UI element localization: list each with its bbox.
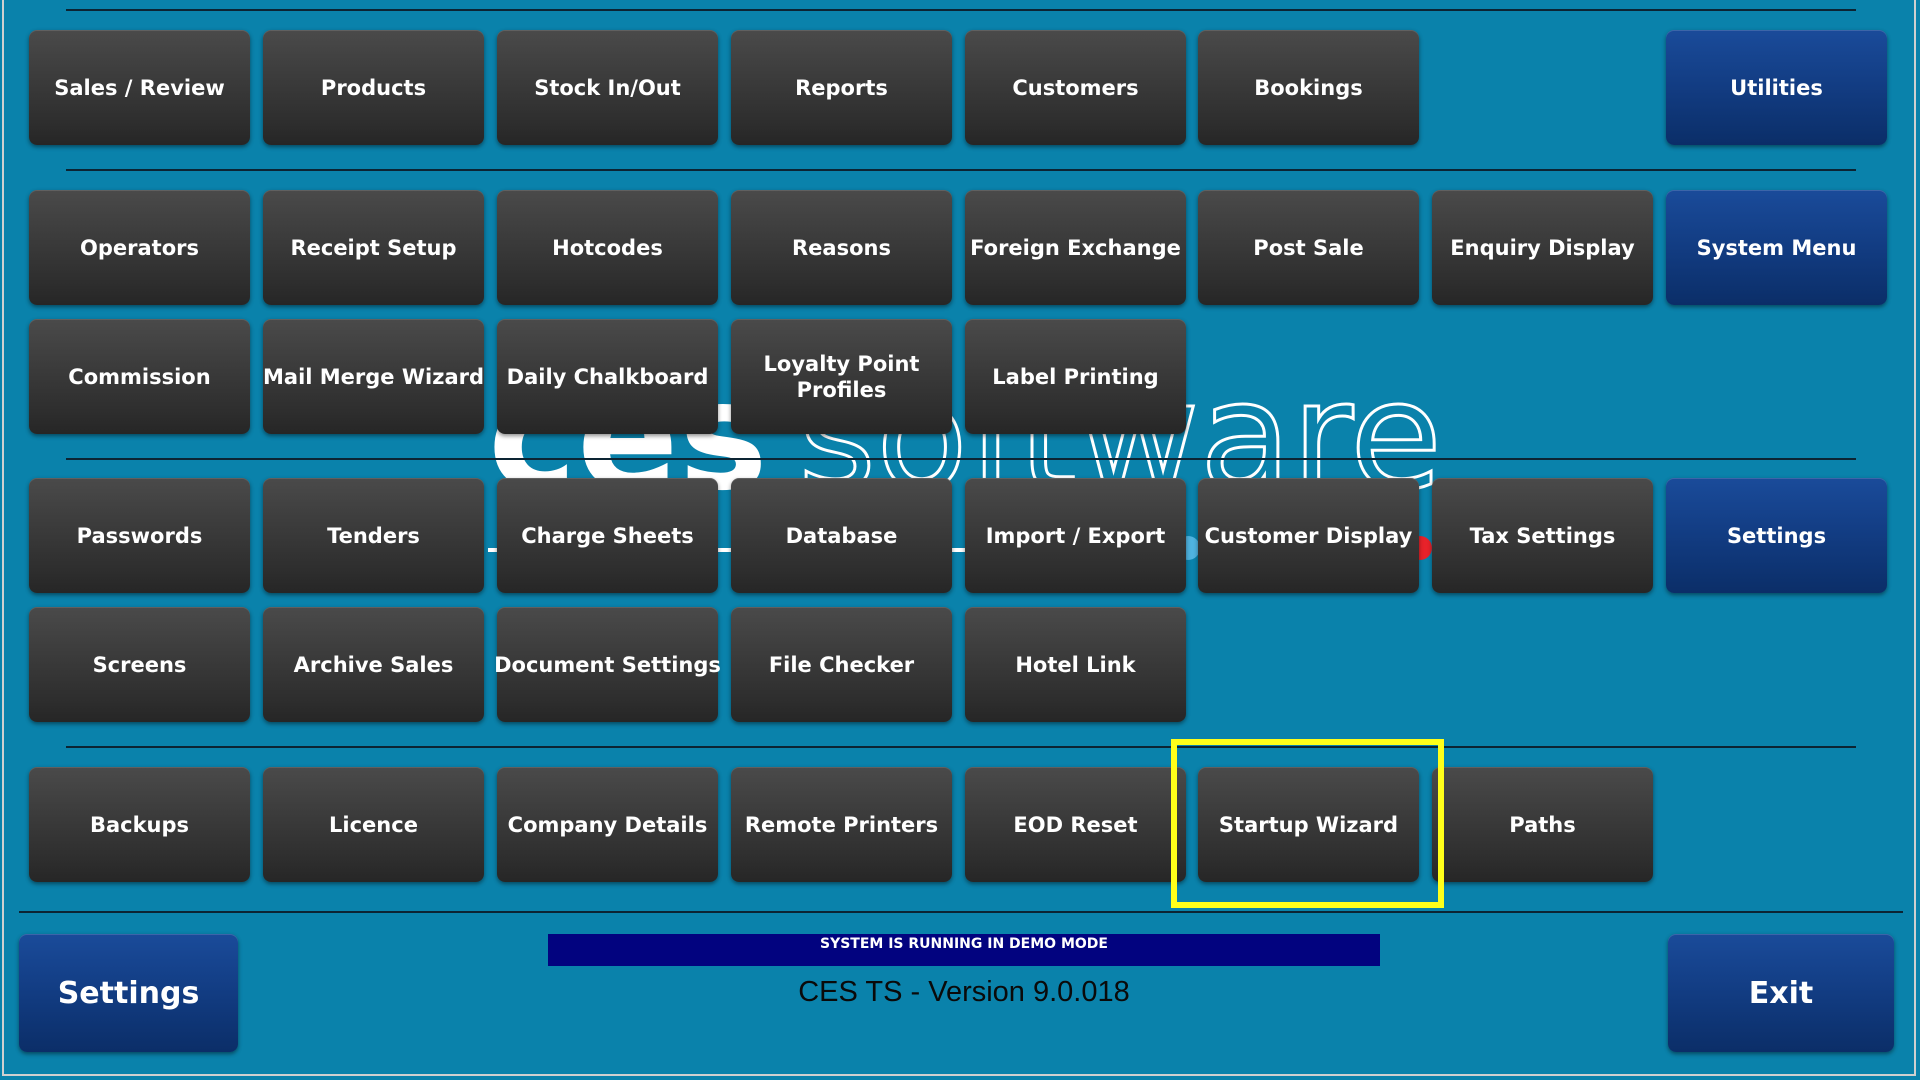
utilities-button[interactable]: Utilities	[1666, 30, 1887, 145]
bookings-button[interactable]: Bookings	[1198, 30, 1419, 145]
reports-button[interactable]: Reports	[731, 30, 952, 145]
licence-button[interactable]: Licence	[263, 767, 484, 882]
hotel-link-button[interactable]: Hotel Link	[965, 607, 1186, 722]
divider-row3	[66, 458, 1856, 460]
divider-row5	[66, 746, 1856, 748]
divider-row1	[66, 169, 1856, 171]
paths-button[interactable]: Paths	[1432, 767, 1653, 882]
products-button[interactable]: Products	[263, 30, 484, 145]
file-checker-button[interactable]: File Checker	[731, 607, 952, 722]
database-button[interactable]: Database	[731, 478, 952, 593]
remote-printers-button[interactable]: Remote Printers	[731, 767, 952, 882]
startup-wizard-button[interactable]: Startup Wizard	[1198, 767, 1419, 882]
system-menu-screen: ces software Sales / Review Products Sto…	[0, 0, 1920, 1080]
operators-button[interactable]: Operators	[29, 190, 250, 305]
company-details-button[interactable]: Company Details	[497, 767, 718, 882]
stock-in-out-button[interactable]: Stock In/Out	[497, 30, 718, 145]
demo-mode-banner: SYSTEM IS RUNNING IN DEMO MODE	[548, 934, 1380, 966]
hotcodes-button[interactable]: Hotcodes	[497, 190, 718, 305]
backups-button[interactable]: Backups	[29, 767, 250, 882]
label-printing-button[interactable]: Label Printing	[965, 319, 1186, 434]
enquiry-display-button[interactable]: Enquiry Display	[1432, 190, 1653, 305]
tenders-button[interactable]: Tenders	[263, 478, 484, 593]
commission-button[interactable]: Commission	[29, 319, 250, 434]
tax-settings-button[interactable]: Tax Settings	[1432, 478, 1653, 593]
sales-review-button[interactable]: Sales / Review	[29, 30, 250, 145]
passwords-button[interactable]: Passwords	[29, 478, 250, 593]
system-menu-button[interactable]: System Menu	[1666, 190, 1887, 305]
divider-footer	[19, 911, 1903, 913]
foreign-exchange-button[interactable]: Foreign Exchange	[965, 190, 1186, 305]
archive-sales-button[interactable]: Archive Sales	[263, 607, 484, 722]
receipt-setup-button[interactable]: Receipt Setup	[263, 190, 484, 305]
reasons-button[interactable]: Reasons	[731, 190, 952, 305]
settings-button[interactable]: Settings	[19, 934, 238, 1052]
loyalty-point-profiles-button[interactable]: Loyalty Point Profiles	[731, 319, 952, 434]
customers-button[interactable]: Customers	[965, 30, 1186, 145]
exit-button[interactable]: Exit	[1668, 934, 1894, 1052]
eod-reset-button[interactable]: EOD Reset	[965, 767, 1186, 882]
charge-sheets-button[interactable]: Charge Sheets	[497, 478, 718, 593]
import-export-button[interactable]: Import / Export	[965, 478, 1186, 593]
settings-section-button[interactable]: Settings	[1666, 478, 1887, 593]
daily-chalkboard-button[interactable]: Daily Chalkboard	[497, 319, 718, 434]
version-label: CES TS - Version 9.0.018	[798, 976, 1130, 1008]
document-settings-button[interactable]: Document Settings	[494, 607, 721, 722]
mail-merge-wizard-button[interactable]: Mail Merge Wizard	[263, 319, 484, 434]
post-sale-button[interactable]: Post Sale	[1198, 190, 1419, 305]
screens-button[interactable]: Screens	[29, 607, 250, 722]
customer-display-button[interactable]: Customer Display	[1198, 478, 1419, 593]
divider-top	[66, 9, 1856, 11]
